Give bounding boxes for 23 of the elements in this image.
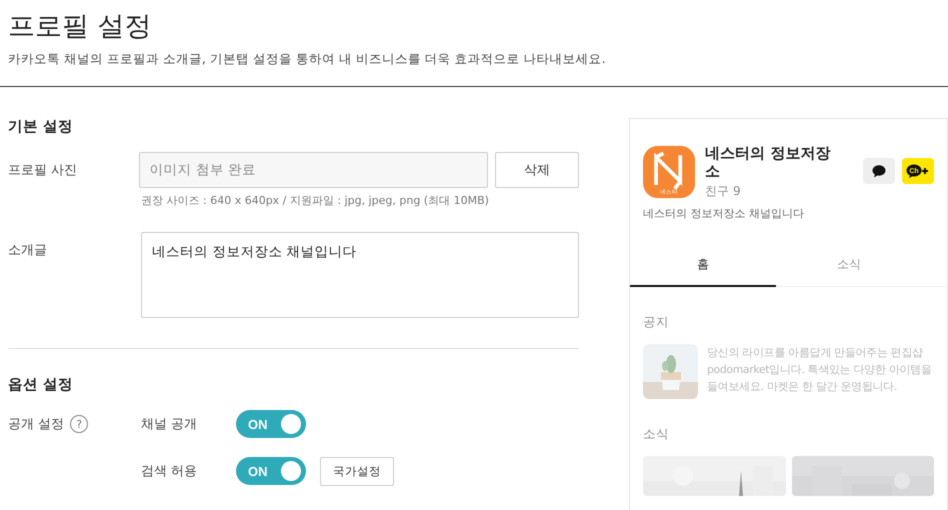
help-icon[interactable]: ? [70, 415, 88, 433]
section-heading: 공지 [643, 314, 670, 331]
chat-button[interactable] [863, 158, 895, 184]
toggle-label: 채널 공개 [141, 416, 198, 433]
page-subtitle: 카카오톡 채널의 프로필과 소개글, 기본탭 설정을 통하여 내 비즈니스를 더욱 효과적으로 나타내보세요. [8, 51, 607, 68]
toggle-label: 검색 허용 [141, 463, 198, 480]
field-label: 공개 설정 [8, 416, 64, 433]
channel-description: 네스터의 정보저장소 채널입니다 [643, 206, 805, 221]
section-heading: 기본 설정 [8, 118, 74, 136]
notice-text: 당신의 라이프를 아름답게 만들어주는 편집샵 podomarket입니다. 특색있는 다양한 아이템을 들여보세요. 마켓은 한 달간 운영됩니다. [707, 345, 933, 395]
country-settings-button[interactable]: 국가설정 [320, 456, 394, 486]
section-heading: 옵션 설정 [8, 376, 74, 394]
preview-tab[interactable]: 홈 [630, 256, 776, 287]
speech-bubble-icon [872, 164, 886, 178]
friend-count: 친구 9 [705, 183, 742, 200]
intro-field[interactable]: 네스터의 정보저장소 채널입니다 [141, 232, 579, 318]
section-heading: 소식 [643, 426, 670, 443]
field-label: 소개글 [8, 242, 48, 259]
delete-button[interactable]: 삭제 [495, 152, 580, 188]
hint-text: 권장 사이즈 : 640 x 640px / 지원파일 : jpg, jpeg, png (최대 10MB) [141, 193, 490, 208]
page-title: 프로필 설정 [8, 10, 153, 44]
field-label: 프로필 사진 [8, 162, 78, 179]
channel-name: 네스터의 정보저장소 [705, 144, 832, 180]
